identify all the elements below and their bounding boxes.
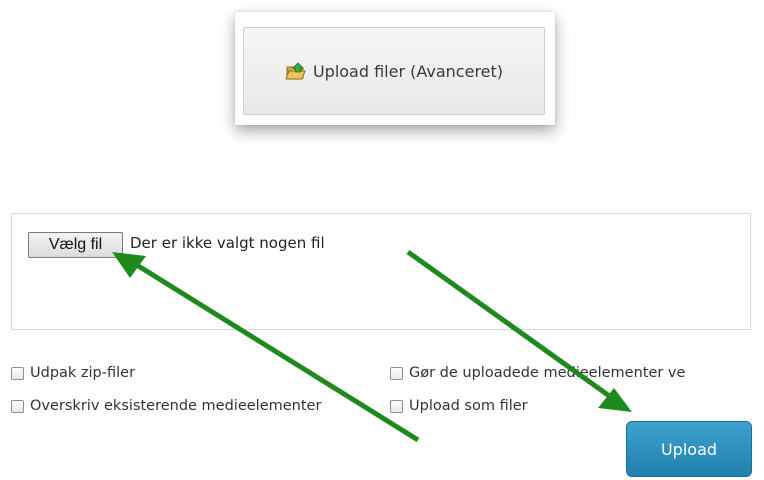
make-public-label: Gør de uploadede medieelementer ve	[409, 365, 686, 381]
unzip-option[interactable]: Udpak zip-filer	[11, 365, 135, 381]
upload-files-advanced-button[interactable]: Upload filer (Avanceret)	[243, 27, 545, 115]
upload-as-files-checkbox[interactable]	[390, 399, 403, 413]
upload-as-files-label: Upload som filer	[409, 398, 528, 414]
make-public-option[interactable]: Gør de uploadede medieelementer ve	[390, 365, 752, 381]
upload-files-advanced-label: Upload filer (Avanceret)	[312, 61, 504, 81]
overwrite-label: Overskriv eksisterende medieelementer	[30, 398, 322, 414]
no-file-selected-text: Der er ikke valgt nogen fil	[130, 234, 325, 252]
upload-panel: Vælg fil Der er ikke valgt nogen fil Udp…	[0, 205, 764, 480]
overwrite-option[interactable]: Overskriv eksisterende medieelementer	[11, 398, 321, 414]
upload-button[interactable]: Upload	[626, 421, 752, 477]
upload-folder-icon	[285, 61, 307, 81]
advanced-upload-callout: Upload filer (Avanceret)	[235, 12, 555, 125]
overwrite-checkbox[interactable]	[11, 399, 24, 413]
unzip-checkbox[interactable]	[11, 366, 24, 380]
unzip-label: Udpak zip-filer	[30, 365, 136, 381]
upload-as-files-option[interactable]: Upload som filer	[390, 398, 528, 414]
file-drop-area[interactable]: Vælg fil Der er ikke valgt nogen fil	[11, 213, 751, 330]
choose-file-button[interactable]: Vælg fil	[28, 232, 123, 258]
make-public-checkbox[interactable]	[390, 366, 403, 380]
